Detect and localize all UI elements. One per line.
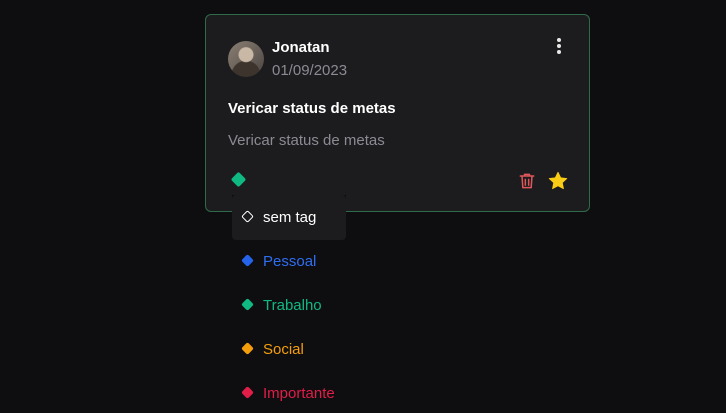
red-diamond-icon xyxy=(241,386,254,399)
tag-option-label: Social xyxy=(263,341,304,358)
tag-option-importante[interactable]: Importante xyxy=(232,373,346,413)
tag-option-label: Trabalho xyxy=(263,297,322,314)
tag-option-label: Importante xyxy=(263,385,335,402)
tag-dropdown: sem tag Pessoal Trabalho Social Importan… xyxy=(232,195,346,412)
orange-diamond-icon xyxy=(241,342,254,355)
tag-option-pessoal[interactable]: Pessoal xyxy=(232,241,346,281)
tag-option-trabalho[interactable]: Trabalho xyxy=(232,285,346,325)
empty-diamond-icon xyxy=(241,210,254,223)
card-description: Vericar status de metas xyxy=(228,132,385,149)
more-vertical-icon[interactable] xyxy=(552,37,566,57)
card-author: Jonatan xyxy=(272,39,330,56)
task-card: Jonatan 01/09/2023 Vericar status de met… xyxy=(205,14,590,212)
card-date: 01/09/2023 xyxy=(272,62,348,79)
star-icon[interactable] xyxy=(547,170,569,192)
card-title: Vericar status de metas xyxy=(228,100,396,117)
green-diamond-icon xyxy=(241,298,254,311)
avatar[interactable] xyxy=(228,41,264,77)
tag-option-sem-tag[interactable]: sem tag xyxy=(232,197,346,237)
tag-diamond-icon[interactable] xyxy=(230,171,247,188)
tag-option-label: Pessoal xyxy=(263,253,317,270)
trash-icon[interactable] xyxy=(517,171,537,191)
tag-option-social[interactable]: Social xyxy=(232,329,346,369)
blue-diamond-icon xyxy=(241,254,254,267)
tag-option-label: sem tag xyxy=(263,209,317,226)
